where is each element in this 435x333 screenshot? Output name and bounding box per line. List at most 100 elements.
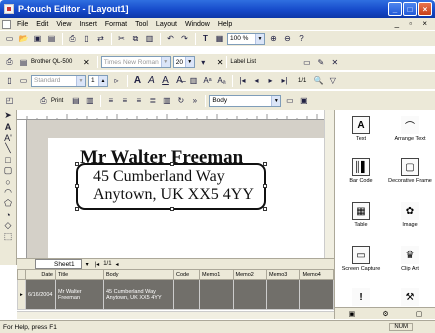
panel-page-icon[interactable]: ▣ [349, 310, 356, 318]
cut-icon[interactable]: ✂ [115, 32, 128, 45]
tool-table[interactable]: ▦ Table [337, 202, 385, 228]
polygon-icon[interactable]: ⬠ [1, 198, 15, 209]
align-right-icon[interactable]: ≡ [132, 94, 145, 107]
tool-arrange-text[interactable]: ⌒ Arrange Text [386, 116, 434, 142]
search-icon[interactable]: 🔍 [312, 74, 325, 87]
freehand-icon[interactable]: ◇ [1, 220, 15, 231]
resize-handle[interactable] [263, 184, 267, 188]
prev-record-icon[interactable]: ◂ [250, 74, 263, 87]
zoom-out-icon[interactable]: ⊖ [281, 32, 294, 45]
first-sheet-icon[interactable]: |◂ [95, 261, 100, 268]
paper-select[interactable]: Standard ▼ [31, 74, 86, 87]
rectangle-icon[interactable]: □ [1, 154, 15, 165]
outline-a-icon[interactable]: A̶ [173, 74, 186, 87]
frame-text-icon[interactable]: ▥ [187, 74, 200, 87]
print-options-icon[interactable]: ▤ [69, 94, 82, 107]
line-icon[interactable]: ╲ [1, 143, 15, 154]
list-view-icon[interactable]: ▭ [300, 56, 313, 69]
tool-bar-code[interactable]: ║▌ Bar Code [337, 158, 385, 184]
panel-toggle-icon[interactable]: ▭ [283, 94, 296, 107]
font-select[interactable]: Times New Roman ▼ [100, 56, 171, 68]
grid-horizontal-scrollbar[interactable] [17, 311, 334, 319]
cell-date[interactable]: 6/16/2004 [25, 279, 56, 310]
resize-handle[interactable] [170, 162, 174, 166]
rotate-icon[interactable]: ↻ [174, 94, 187, 107]
col-header-memo2[interactable]: Memo2 [232, 269, 268, 280]
undo-icon[interactable]: ↶ [164, 32, 177, 45]
cell-body[interactable]: 45 Cumberland Way Anytown, UK XX5 4YY [103, 279, 174, 310]
transfer-icon[interactable]: ⇄ [94, 32, 107, 45]
align-left-icon[interactable]: ≡ [104, 94, 117, 107]
vertical-text-icon[interactable]: ▥ [160, 94, 173, 107]
document-icon[interactable] [2, 19, 11, 29]
menu-file[interactable]: File [13, 21, 32, 28]
last-record-icon[interactable]: ▸| [278, 74, 291, 87]
zoom-in-icon[interactable]: ⊕ [267, 32, 280, 45]
justify-icon[interactable]: ≣ [146, 94, 159, 107]
ellipse-icon[interactable]: ○ [1, 176, 15, 187]
select-arrow-icon[interactable]: ➤ [1, 110, 15, 121]
align-center-icon[interactable]: ≡ [118, 94, 131, 107]
close-font-property-icon[interactable]: ✕ [217, 58, 224, 67]
tool-clip-art[interactable]: ♛ Clip Art [386, 246, 434, 272]
cell-code[interactable] [172, 279, 201, 310]
resize-handle[interactable] [75, 207, 79, 211]
canvas-vertical-scrollbar[interactable] [324, 110, 334, 258]
symbol-icon[interactable]: ⬚ [1, 231, 15, 242]
cell-memo3[interactable] [265, 279, 301, 310]
cell-title[interactable]: Mr Walter Freeman [55, 279, 104, 310]
col-header-memo3[interactable]: Memo3 [265, 269, 301, 280]
col-header-date[interactable]: Date [25, 269, 56, 280]
menu-edit[interactable]: Edit [32, 21, 52, 28]
table-row[interactable]: ▸ 6/16/2004 Mr Walter Freeman 45 Cumberl… [17, 279, 334, 310]
close-list-icon[interactable]: ✕ [328, 56, 341, 69]
address-text-frame[interactable]: 45 Cumberland Way Anytown, UK XX5 4YY [75, 162, 267, 211]
prev-sheet-icon[interactable]: ◂ [116, 261, 119, 268]
col-header-memo1[interactable]: Memo1 [199, 269, 234, 280]
frame-select-icon[interactable]: ◰ [3, 94, 16, 107]
menu-format[interactable]: Format [101, 21, 131, 28]
more-icon[interactable]: » [188, 94, 201, 107]
panel-view-icon[interactable]: ▢ [416, 310, 423, 318]
panel-settings-icon[interactable]: ⚙ [382, 310, 388, 318]
col-header-body[interactable]: Body [103, 269, 174, 280]
tool-symbol[interactable]: ! [337, 288, 385, 308]
first-record-icon[interactable]: |◂ [236, 74, 249, 87]
col-header-title[interactable]: Title [55, 269, 104, 280]
next-record-icon[interactable]: ▸ [264, 74, 277, 87]
mdi-controls[interactable]: _ ▫ × [395, 19, 431, 28]
col-header-code[interactable]: Code [172, 269, 201, 280]
cut-mode-icon[interactable]: ▥ [83, 94, 96, 107]
resize-handle[interactable] [170, 207, 174, 211]
text-tool-icon[interactable]: T [199, 32, 212, 45]
italic-a-icon[interactable]: A [145, 74, 158, 87]
menu-view[interactable]: View [52, 21, 75, 28]
print-doc-icon[interactable]: ⎙ [37, 94, 50, 107]
paper-icon[interactable]: ▤ [17, 56, 30, 69]
close-button[interactable]: × [418, 2, 432, 16]
resize-handle[interactable] [263, 207, 267, 211]
underline-a-icon[interactable]: A [159, 74, 172, 87]
vertical-text-a-icon[interactable]: A' [1, 132, 15, 143]
pie-icon[interactable]: ◔ [1, 209, 15, 220]
layout-icon[interactable]: ▦ [213, 32, 226, 45]
rounded-rect-icon[interactable]: ▢ [1, 165, 15, 176]
menu-window[interactable]: Window [181, 21, 214, 28]
style-select[interactable]: Body ▼ [209, 94, 282, 107]
tool-image[interactable]: ✿ Image [386, 202, 434, 228]
database-icon[interactable]: ▤ [45, 32, 58, 45]
cell-memo1[interactable] [199, 279, 234, 310]
text-a-icon[interactable]: A [1, 121, 15, 132]
cell-memo4[interactable] [299, 279, 334, 310]
cell-memo2[interactable] [232, 279, 268, 310]
minimize-button[interactable]: _ [388, 2, 402, 16]
tool-screen-capture[interactable]: ▭ Screen Capture [337, 246, 385, 272]
font-size-select[interactable]: 20 ▼ [172, 56, 195, 68]
tool-decorative-frame[interactable]: ▢ Decorative Frame [386, 158, 434, 184]
menu-layout[interactable]: Layout [152, 21, 181, 28]
redo-icon[interactable]: ↷ [178, 32, 191, 45]
resize-handle[interactable] [75, 162, 79, 166]
font-scale-icon[interactable]: ▾ [197, 56, 210, 69]
menu-tool[interactable]: Tool [131, 21, 152, 28]
col-header-memo4[interactable]: Memo4 [299, 269, 334, 280]
